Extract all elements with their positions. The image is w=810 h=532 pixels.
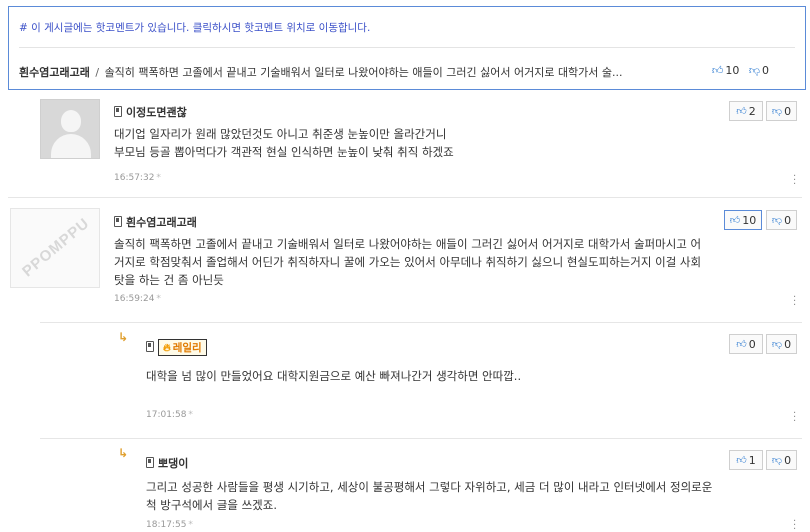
kebab-menu-icon[interactable]: · · ·: [793, 293, 796, 311]
avatar[interactable]: PPOMPPU: [10, 208, 100, 288]
timestamp: 16:59:24: [114, 294, 155, 304]
comment-line: 거지로 학점맞춰서 졸업해서 어딘가 취직하자니 꿀에 가오는 있어서 아무데나…: [114, 255, 702, 269]
comment-time: 16:59:24 *: [114, 294, 161, 304]
kebab-menu-icon[interactable]: · · ·: [793, 517, 796, 532]
hot-down-count: 0: [762, 64, 769, 77]
comment-text: 그리고 성공한 사람들을 평생 시기하고, 세상이 불공평해서 그렇다 자위하고…: [146, 478, 712, 514]
comment-line: 대기업 일자리가 원래 많았던것도 아니고 취준생 눈높이만 올라간거니: [114, 127, 447, 141]
comment-author[interactable]: 🔥︎ 레일리: [146, 339, 207, 356]
comment-time: 18:17:55 *: [146, 520, 193, 530]
timestamp: 18:17:55: [146, 520, 187, 530]
thumb-up-icon: 👍︎: [729, 215, 741, 226]
divider: [40, 322, 802, 323]
upvote-count: 2: [748, 104, 756, 118]
comment-line: 그리고 성공한 사람들을 평생 시기하고, 세상이 불공평해서 그렇다 자위하고…: [146, 480, 713, 494]
downvote-button[interactable]: 👎︎ 0: [766, 334, 797, 354]
hot-comment-text: 솔직히 팩폭하면 고졸에서 끝내고 기술배워서 일터로 나왔어야하는 애들이 그…: [104, 66, 623, 79]
comment-time: 16:57:32 *: [114, 173, 161, 183]
nickname-badge: 🔥︎ 레일리: [158, 339, 207, 356]
report-star[interactable]: *: [188, 520, 193, 530]
comment-item: 이정도면괜찮 대기업 일자리가 원래 많았던것도 아니고 취준생 눈높이만 올라…: [0, 95, 810, 200]
report-star[interactable]: *: [188, 410, 193, 420]
thumb-up-icon: 👍︎: [736, 106, 747, 117]
comment-text: 대학을 넘 많이 만들었어요 대학지원금으로 예산 빠져나간거 생각하면 안따깝…: [146, 367, 521, 385]
comment-line: 척 방구석에서 글을 쓰겠죠.: [146, 498, 278, 512]
hot-comment-votes: 👍︎ 10 👎︎ 0: [712, 64, 769, 77]
comment-text: 대기업 일자리가 원래 많았던것도 아니고 취준생 눈높이만 올라간거니 부모님…: [114, 125, 454, 161]
kebab-menu-icon[interactable]: · · ·: [793, 172, 796, 190]
downvote-button[interactable]: 👎︎ 0: [766, 210, 797, 230]
comment-text: 솔직히 팩폭하면 고졸에서 끝내고 기술배워서 일터로 나왔어야하는 애들이 그…: [114, 235, 701, 289]
comment-time: 17:01:58 *: [146, 410, 193, 420]
reply-item: ↳ 🔥︎ 레일리 대학을 넘 많이 만들었어요 대학지원금으로 예산 빠져나간거 …: [0, 324, 810, 436]
avatar[interactable]: [40, 99, 100, 159]
divider: [40, 438, 802, 439]
comment-author[interactable]: 이정도면괜찮: [114, 104, 187, 120]
divider: [19, 47, 795, 48]
comment-author[interactable]: 흰수염고래고래: [114, 214, 197, 230]
timestamp: 17:01:58: [146, 410, 187, 420]
upvote-button[interactable]: 👍︎ 2: [729, 101, 763, 121]
thumb-down-icon: 👎︎: [771, 215, 783, 226]
upvote-count: 10: [742, 213, 757, 227]
hot-up-count: 10: [725, 64, 740, 77]
downvote-count: 0: [784, 453, 792, 467]
mobile-icon: [114, 216, 122, 227]
report-star[interactable]: *: [156, 294, 161, 304]
divider: [8, 197, 802, 198]
comment-line: 탓을 하는 건 좀 아닌듯: [114, 273, 224, 287]
mobile-icon: [114, 106, 122, 117]
flame-icon: 🔥︎: [163, 342, 171, 354]
comment-author[interactable]: 뽀댕이: [146, 455, 188, 471]
avatar-logo-text: PPOMPPU: [19, 214, 93, 281]
downvote-button[interactable]: 👎︎ 0: [766, 450, 797, 470]
upvote-button[interactable]: 👍︎ 10: [724, 210, 762, 230]
upvote-button[interactable]: 👍︎ 1: [729, 450, 763, 470]
thumb-up-icon: 👍︎: [736, 455, 747, 466]
hot-comment-notice[interactable]: # 이 게시글에는 핫코멘트가 있습니다. 클릭하시면 핫코멘트 위치로 이동합…: [19, 20, 370, 35]
thumb-up-icon: 👍︎: [711, 64, 724, 77]
upvote-button[interactable]: 👍︎ 0: [729, 334, 763, 354]
comment-line: 부모님 등골 뽑아먹다가 객관적 현실 인식하면 눈높이 낮춰 취직 하겠죠: [114, 145, 454, 159]
thumb-down-icon: 👎︎: [771, 106, 783, 117]
nickname: 이정도면괜찮: [126, 106, 187, 119]
timestamp: 16:57:32: [114, 173, 155, 183]
hot-comment-author: 흰수염고래고래: [19, 66, 90, 79]
upvote-count: 0: [748, 337, 756, 351]
downvote-count: 0: [784, 337, 792, 351]
comment-item: PPOMPPU 흰수염고래고래 솔직히 팩폭하면 고졸에서 끝내고 기술배워서 …: [0, 200, 810, 320]
comment-line: 솔직히 팩폭하면 고졸에서 끝내고 기술배워서 일터로 나왔어야하는 애들이 그…: [114, 237, 702, 251]
reply-arrow-icon: ↳: [118, 330, 129, 344]
downvote-count: 0: [784, 104, 792, 118]
nickname: 흰수염고래고래: [126, 216, 197, 229]
thumb-up-icon: 👍︎: [736, 339, 747, 350]
reply-arrow-icon: ↳: [118, 446, 129, 460]
thumb-down-icon: 👎︎: [771, 339, 783, 350]
mobile-icon: [146, 341, 154, 352]
report-star[interactable]: *: [156, 173, 161, 183]
thumb-down-icon: 👎︎: [771, 455, 783, 466]
nickname: 레일리: [172, 342, 202, 354]
kebab-menu-icon[interactable]: · · ·: [793, 409, 796, 427]
hot-comment-preview[interactable]: 흰수염고래고래 / 솔직히 팩폭하면 고졸에서 끝내고 기술배워서 일터로 나왔…: [19, 64, 789, 80]
reply-item: ↳ 뽀댕이 그리고 성공한 사람들을 평생 시기하고, 세상이 불공평해서 그렇…: [0, 440, 810, 532]
upvote-count: 1: [748, 453, 756, 467]
mobile-icon: [146, 457, 154, 468]
hot-comment-box[interactable]: # 이 게시글에는 핫코멘트가 있습니다. 클릭하시면 핫코멘트 위치로 이동합…: [8, 6, 806, 90]
thumb-down-icon: 👎︎: [748, 64, 760, 77]
downvote-count: 0: [784, 213, 792, 227]
downvote-button[interactable]: 👎︎ 0: [766, 101, 797, 121]
comment-line: 대학을 넘 많이 만들었어요 대학지원금으로 예산 빠져나간거 생각하면 안따깝…: [146, 369, 522, 383]
separator: /: [95, 66, 100, 79]
nickname: 뽀댕이: [158, 457, 189, 470]
